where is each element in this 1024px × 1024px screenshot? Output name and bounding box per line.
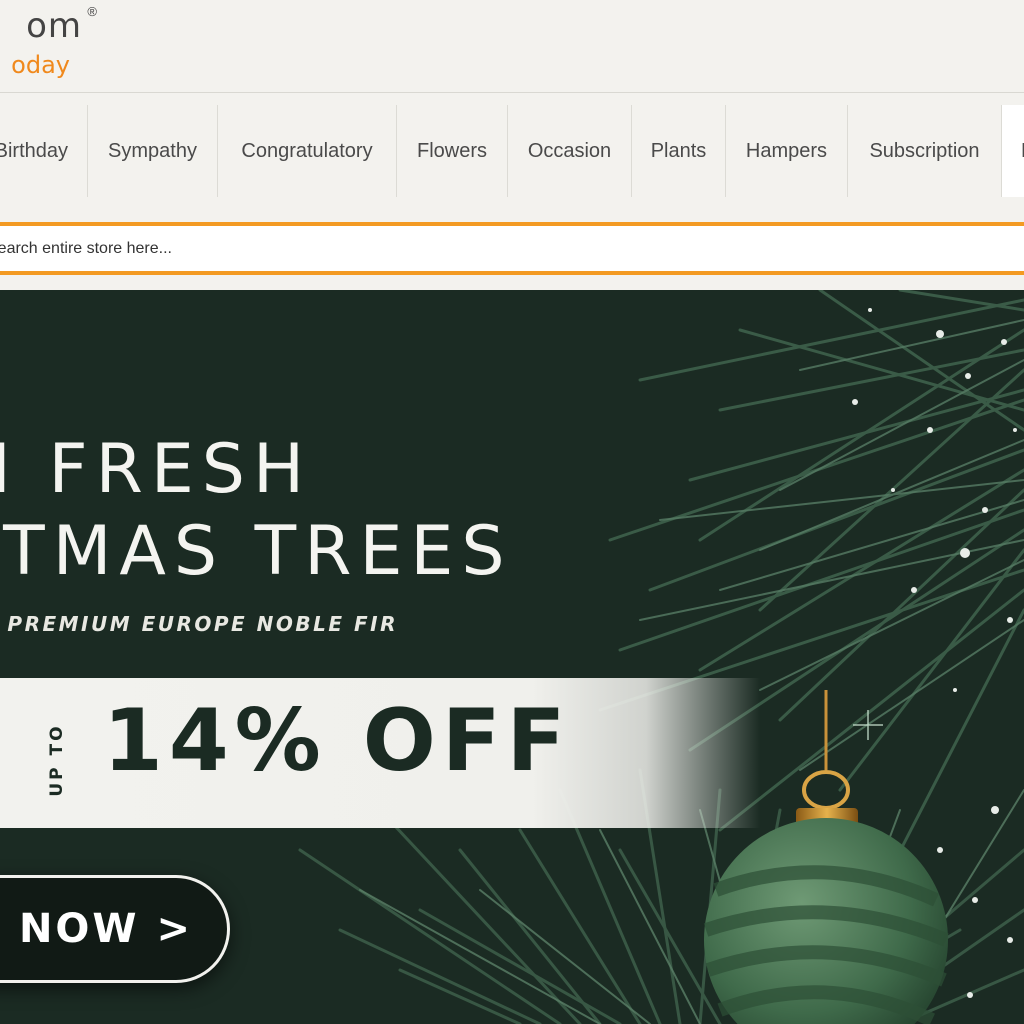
nav-item-more[interactable]: E	[1002, 105, 1024, 197]
nav-item-label: Congratulatory	[241, 139, 373, 162]
offer-discount: 14% OFF	[103, 691, 572, 791]
nav-item-plants[interactable]: Plants	[632, 105, 726, 197]
search-bar	[0, 222, 1024, 275]
nav-item-label: Birthday	[0, 139, 68, 162]
banner-title-line2: STMAS TREES	[0, 512, 513, 591]
banner-title-line1: N FRESH	[0, 430, 313, 509]
order-now-label: R NOW >	[0, 906, 193, 952]
logo-text-top: om	[26, 6, 82, 46]
nav-item-label: Flowers	[416, 139, 487, 162]
search-input[interactable]	[0, 226, 1024, 271]
nav-item-sympathy[interactable]: Sympathy	[88, 105, 218, 197]
nav-item-label: Subscription	[869, 139, 980, 162]
nav-item-flowers[interactable]: Flowers	[397, 105, 508, 197]
banner-subtitle: & PREMIUM EUROPE NOBLE FIR	[0, 612, 399, 636]
nav-item-label: Hampers	[745, 139, 828, 162]
main-nav: Birthday Sympathy Congratulatory Flowers…	[0, 105, 1024, 197]
nav-item-subscription[interactable]: Subscription	[848, 105, 1002, 197]
nav-item-label: Occasion	[527, 139, 612, 162]
site-logo[interactable]: om ® oday	[0, 0, 100, 93]
offer-prefix: UP TO	[47, 723, 67, 797]
hero-banner[interactable]: N FRESH STMAS TREES & PREMIUM EUROPE NOB…	[0, 290, 1024, 1024]
order-now-button[interactable]: R NOW >	[0, 875, 230, 983]
registered-mark: ®	[87, 4, 97, 19]
nav-item-hampers[interactable]: Hampers	[726, 105, 848, 197]
nav-item-congratulatory[interactable]: Congratulatory	[218, 105, 397, 197]
site-header: om ® oday	[0, 0, 1024, 93]
sparkle	[853, 710, 883, 740]
nav-item-occasion[interactable]: Occasion	[508, 105, 632, 197]
nav-item-label: Sympathy	[108, 139, 197, 162]
nav-item-birthday[interactable]: Birthday	[0, 105, 88, 197]
logo-text-bottom: oday	[11, 51, 70, 79]
nav-item-label: Plants	[650, 139, 707, 162]
